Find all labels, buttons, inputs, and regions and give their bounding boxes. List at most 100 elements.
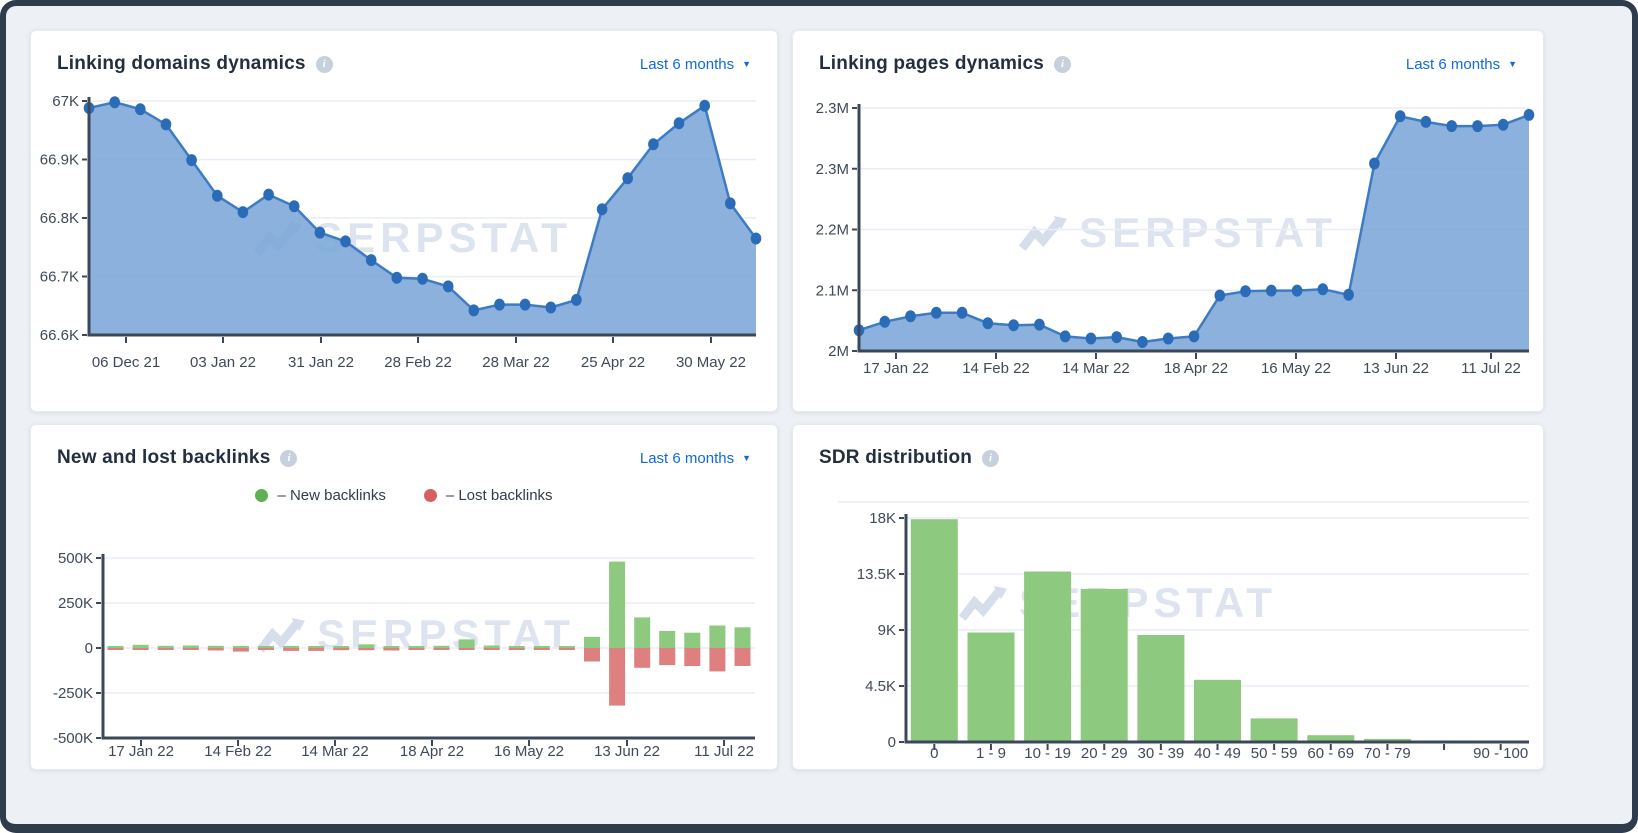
data-point — [1137, 336, 1148, 348]
data-point — [1369, 157, 1380, 170]
bar — [659, 630, 676, 648]
bar — [157, 648, 174, 650]
data-point — [314, 226, 326, 239]
data-point — [340, 235, 351, 248]
svg-text:0: 0 — [888, 734, 896, 751]
svg-text:28 Feb 22: 28 Feb 22 — [384, 354, 452, 371]
panel-header: New and lost backlinks i Last 6 months ▼ — [31, 425, 777, 469]
y-grid — [103, 557, 755, 694]
x-axis-labels: 06 Dec 21 03 Jan 22 31 Jan 22 28 Feb 22 28 M… — [92, 337, 746, 371]
bar — [634, 648, 651, 668]
data-point — [673, 117, 685, 130]
data-point — [135, 103, 146, 116]
y-axis-labels: 18K 13.5K 9K 4.5K 0 — [857, 510, 904, 751]
data-point — [1497, 118, 1509, 131]
panel-title: New and lost backlinks — [57, 447, 271, 468]
data-point — [545, 301, 557, 314]
panel-header: SDR distribution i — [793, 425, 1543, 469]
bar — [1024, 571, 1072, 742]
svg-text:11 Jul 22: 11 Jul 22 — [1461, 360, 1521, 377]
bar — [734, 627, 751, 648]
data-point — [905, 310, 916, 323]
sdr-distribution-chart: 18K 13.5K 9K 4.5K 0 0 1 - 9 10 - 19 20 - 29 30 - … — [838, 501, 1529, 762]
date-range-label: Last 6 months — [1405, 55, 1501, 73]
data-point — [288, 200, 300, 213]
legend-item-lost-backlinks: – Lost backlinks — [423, 487, 553, 504]
panel-new-and-lost-backlinks: New and lost backlinks i Last 6 months ▼… — [30, 424, 778, 770]
data-point — [1111, 331, 1122, 344]
data-point — [1523, 108, 1535, 121]
legend-dot-new-icon — [255, 489, 269, 502]
info-icon[interactable]: i — [315, 55, 333, 73]
svg-text:2.1M: 2.1M — [816, 282, 849, 299]
y-axis-labels: 2.3M 2.3M 2.2M 2.1M 2M — [816, 100, 857, 360]
data-point — [237, 206, 249, 219]
panel-title: Linking domains dynamics — [57, 53, 306, 74]
data-point — [442, 280, 454, 293]
bar — [308, 646, 325, 648]
bar — [132, 644, 149, 648]
svg-text:14 Mar 22: 14 Mar 22 — [301, 743, 369, 760]
bar — [232, 648, 249, 652]
data-point — [1266, 284, 1277, 297]
svg-text:13.5K: 13.5K — [857, 566, 896, 583]
data-point — [1034, 318, 1045, 331]
bar — [132, 648, 149, 650]
svg-text:66.8K: 66.8K — [40, 210, 79, 227]
bar — [684, 632, 701, 648]
axes — [101, 554, 755, 740]
x-axis-labels: 0 1 - 9 10 - 19 20 - 29 30 - 39 40 - 49 50 - 5… — [930, 744, 1528, 762]
bar — [433, 645, 450, 648]
bar — [458, 639, 475, 648]
data-point — [1059, 330, 1071, 343]
info-icon[interactable]: i — [1054, 55, 1072, 73]
svg-text:66.9K: 66.9K — [40, 152, 79, 169]
bar — [709, 648, 726, 672]
svg-text:1 - 9: 1 - 9 — [976, 745, 1006, 762]
legend-item-new-backlinks: – New backlinks — [255, 487, 386, 504]
svg-text:14 Feb 22: 14 Feb 22 — [962, 360, 1030, 377]
svg-text:13 Jun 22: 13 Jun 22 — [594, 743, 660, 760]
legend-label-new: – New backlinks — [277, 487, 386, 504]
data-point — [956, 306, 968, 319]
date-range-dropdown[interactable]: Last 6 months ▼ — [1406, 56, 1517, 73]
data-point — [931, 306, 942, 319]
data-point — [1085, 332, 1097, 345]
date-range-label: Last 6 months — [639, 449, 735, 467]
svg-text:2M: 2M — [828, 343, 849, 360]
data-point — [1291, 284, 1303, 297]
bar — [408, 646, 425, 648]
data-point — [1008, 319, 1019, 332]
bar — [558, 646, 575, 648]
date-range-dropdown[interactable]: Last 6 months ▼ — [640, 56, 751, 73]
info-icon[interactable]: i — [982, 449, 1000, 467]
bar — [408, 648, 425, 650]
data-point — [1214, 289, 1226, 302]
data-point — [494, 298, 505, 311]
data-point — [725, 197, 736, 210]
panel-linking-domains-dynamics: Linking domains dynamics i Last 6 months… — [30, 30, 778, 412]
info-icon[interactable]: i — [280, 449, 298, 467]
data-point — [571, 293, 582, 306]
svg-text:90 - 100: 90 - 100 — [1473, 745, 1528, 762]
new-lost-backlinks-chart: 500K 250K 0 -250K -500K 17 Jan 22 14 Feb 22 14 … — [53, 550, 755, 760]
svg-text:11 Jul 22: 11 Jul 22 — [694, 743, 754, 760]
svg-text:28 Mar 22: 28 Mar 22 — [482, 354, 550, 371]
bar — [483, 648, 500, 650]
data-point — [1420, 115, 1432, 128]
svg-text:60 - 69: 60 - 69 — [1307, 745, 1354, 762]
data-point — [186, 154, 197, 167]
svg-text:20 - 29: 20 - 29 — [1081, 745, 1128, 762]
data-point — [1240, 285, 1251, 298]
data-point — [622, 172, 633, 185]
date-range-dropdown[interactable]: Last 6 months ▼ — [640, 450, 751, 467]
panel-header: Linking pages dynamics i Last 6 months ▼ — [793, 31, 1543, 75]
bar — [232, 646, 249, 648]
svg-text:03 Jan 22: 03 Jan 22 — [190, 354, 256, 371]
chart-legend: – New backlinks – Lost backlinks — [31, 487, 777, 504]
svg-text:70 - 79: 70 - 79 — [1364, 745, 1411, 762]
lost-backlinks-bars — [107, 648, 751, 706]
x-axis-labels: 17 Jan 22 14 Feb 22 14 Mar 22 18 Apr 22 16 M… — [863, 353, 1521, 377]
y-axis-labels: 500K 250K 0 -250K -500K — [53, 550, 101, 747]
svg-text:-500K: -500K — [53, 730, 93, 747]
